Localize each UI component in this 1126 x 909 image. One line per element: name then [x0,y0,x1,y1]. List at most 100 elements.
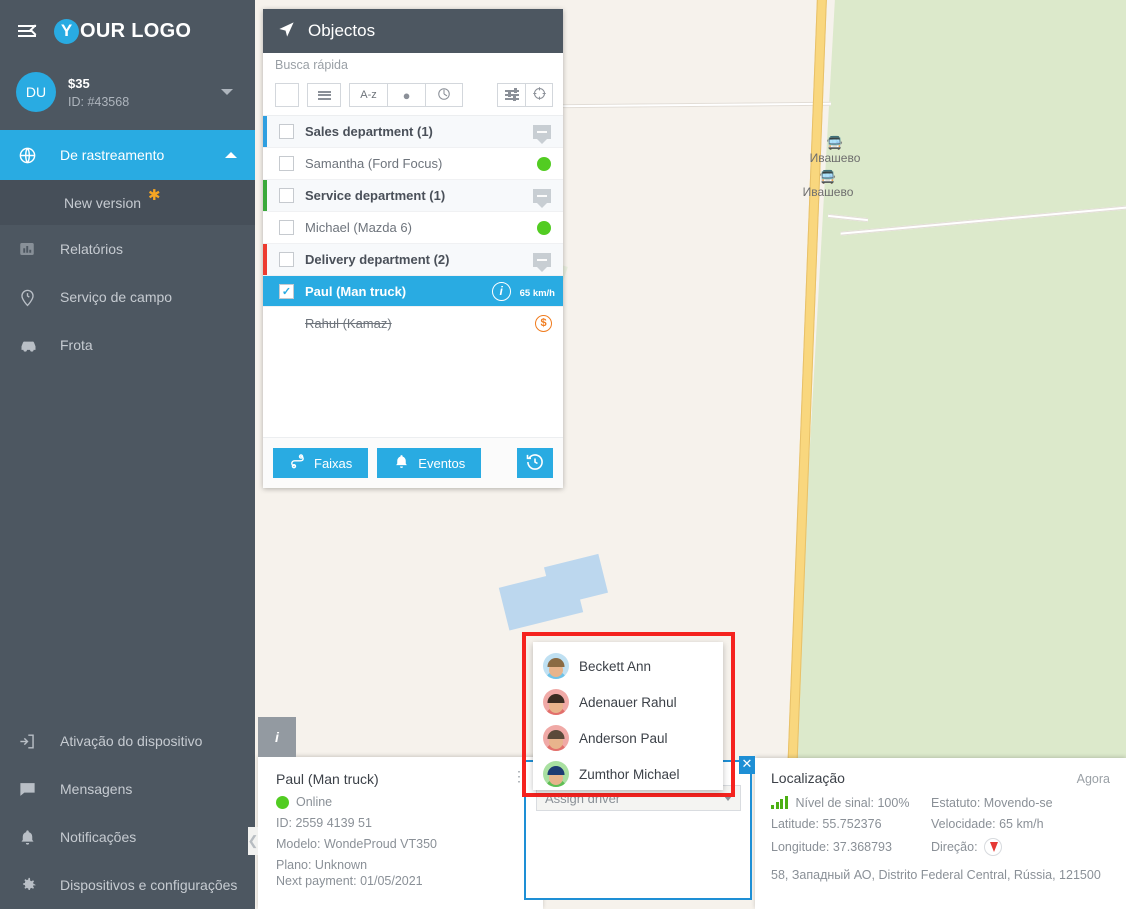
objects-list-item[interactable]: Michael (Mazda 6) [263,212,563,244]
bus-stop-icon: 🚍 [826,135,844,150]
sidebar-item-fleet[interactable]: Frota [0,321,255,369]
objects-list-empty-area [263,339,563,437]
object-card-status-label: Online [296,795,333,809]
group-label: Sales department (1) [305,124,433,139]
events-button[interactable]: Eventos [377,448,482,478]
history-button[interactable] [517,448,553,478]
row-checkbox[interactable] [279,252,294,267]
status-label: Estatuto: Movendo-se [931,796,1053,810]
speed-label: Velocidade: 65 km/h [931,817,1044,831]
map-poi-bus-stop[interactable]: 🚍 Ивашево [788,170,868,201]
new-badge-icon: ✱ [148,187,161,204]
bus-stop-icon: 🚍 [819,169,837,184]
group-label: Service department (1) [305,188,446,203]
avatar: DU [16,72,56,112]
driver-option[interactable]: Beckett Ann [533,648,723,684]
group-color-bar [263,116,267,147]
status-online-icon [537,156,551,171]
object-card-plan: Plano: Unknown [276,858,368,872]
sidebar-item-messages[interactable]: Mensagens [0,765,255,813]
avatar [543,761,569,787]
row-checkbox[interactable]: ✓ [279,283,294,299]
objects-panel-header: Objectos [263,9,563,53]
menu-collapse-icon[interactable] [18,22,42,40]
group-color-bar [263,180,267,211]
events-label: Eventos [418,455,466,471]
sidebar-subitem-label: New version [64,194,142,211]
objects-group-row[interactable]: Service department (1) [263,180,563,212]
objects-group-row[interactable]: Delivery department (2) [263,244,563,276]
sidebar-subitem-new-version[interactable]: New version ✱ [0,180,255,225]
app-logo[interactable]: Y OUR LOGO [54,18,191,44]
gear-icon [18,875,48,895]
longitude-label: Longitude: 37.368793 [771,840,892,854]
signal-level-label: Nível de sinal: 100% [795,796,910,810]
sidebar-item-device-activation[interactable]: Ativação do dispositivo [0,717,255,765]
select-all-checkbox[interactable] [275,83,299,107]
search-input[interactable]: Busca rápida [263,53,563,79]
gauge-icon [437,87,451,104]
sidebar-item-notifications[interactable]: Notificações [0,813,255,861]
objects-list-item-disabled[interactable]: Rahul (Kamaz) $ [263,307,563,339]
chevron-down-icon[interactable] [221,89,233,95]
objects-list: Sales department (1) Samantha (Ford Focu… [263,115,563,437]
sort-alpha-button[interactable]: A-z [349,83,387,107]
user-account-block[interactable]: DU $35 ID: #43568 [0,62,255,130]
bell-icon [393,453,410,473]
collapse-group-icon[interactable] [533,124,551,144]
object-card-id: ID: 2559 4139 51 [276,816,372,830]
objects-list-item[interactable]: Samantha (Ford Focus) [263,148,563,180]
filters-button[interactable] [497,83,525,107]
driver-option[interactable]: Anderson Paul [533,720,723,756]
tracks-button[interactable]: Faixas [273,448,369,478]
driver-name: Adenauer Rahul [579,694,677,710]
row-checkbox[interactable] [279,124,294,139]
collapse-group-icon[interactable] [533,252,551,272]
sort-speed-button[interactable] [425,83,463,107]
object-speed-label: 65 km/h [519,287,555,299]
sidebar-item-tracking[interactable]: De rastreamento [0,130,255,180]
map-poi-label: Ивашево [802,185,854,199]
row-checkbox[interactable] [279,220,294,235]
object-card-body: Paul (Man truck) Online ID: 2559 4139 51… [258,757,543,888]
close-icon[interactable]: ✕ [739,756,755,774]
sidebar-item-devices-settings[interactable]: Dispositivos e configurações [0,861,255,909]
status-online-icon [276,795,289,809]
objects-group-row[interactable]: Sales department (1) [263,116,563,148]
sliders-icon [504,88,519,101]
objects-list-item-selected[interactable]: ✓ Paul (Man truck) i 65 km/h [263,276,563,307]
object-label: Paul (Man truck) [305,283,407,299]
row-checkbox[interactable] [279,156,294,171]
info-icon[interactable]: i [491,281,511,301]
driver-name: Anderson Paul [579,730,668,746]
location-header: Localização Agora [771,770,1110,786]
chevron-up-icon [225,152,237,158]
driver-option[interactable]: Zumthor Michael [533,756,723,792]
clock-pin-icon [18,288,48,307]
driver-name: Zumthor Michael [579,766,680,782]
map-target-button[interactable] [525,83,553,107]
location-panel: Localização Agora Nível de sinal: 100% E… [755,758,1126,909]
sidebar-item-field-service[interactable]: Serviço de campo [0,273,255,321]
driver-dropdown: Beckett Ann Adenauer Rahul Anderson Paul… [533,642,723,790]
car-icon [18,335,48,356]
chart-icon [18,240,48,258]
object-card-info-tab[interactable]: i [258,717,296,757]
location-timestamp: Agora [1076,772,1110,786]
location-address: 58, Западный АО, Distrito Federal Centra… [771,868,1101,882]
driver-option[interactable]: Adenauer Rahul [533,684,723,720]
list-view-button[interactable] [307,83,341,107]
collapse-group-icon[interactable] [533,188,551,208]
chevron-left-icon[interactable]: ❮ [248,827,258,855]
billing-icon[interactable]: $ [535,314,552,332]
globe-icon [18,146,48,165]
row-checkbox[interactable] [279,188,294,203]
sidebar-item-reports[interactable]: Relatórios [0,225,255,273]
sidebar: Y OUR LOGO DU $35 ID: #43568 De rastream… [0,0,255,909]
sidebar-item-label: De rastreamento [60,147,165,163]
sort-status-button[interactable]: ● [387,83,425,107]
object-card-model: Modelo: WondeProud VT350 [276,837,437,851]
object-card-title: Paul (Man truck) [276,771,379,787]
map-poi-bus-stop[interactable]: 🚍 Ивашево [795,136,875,167]
account-id: ID: #43568 [68,94,130,109]
